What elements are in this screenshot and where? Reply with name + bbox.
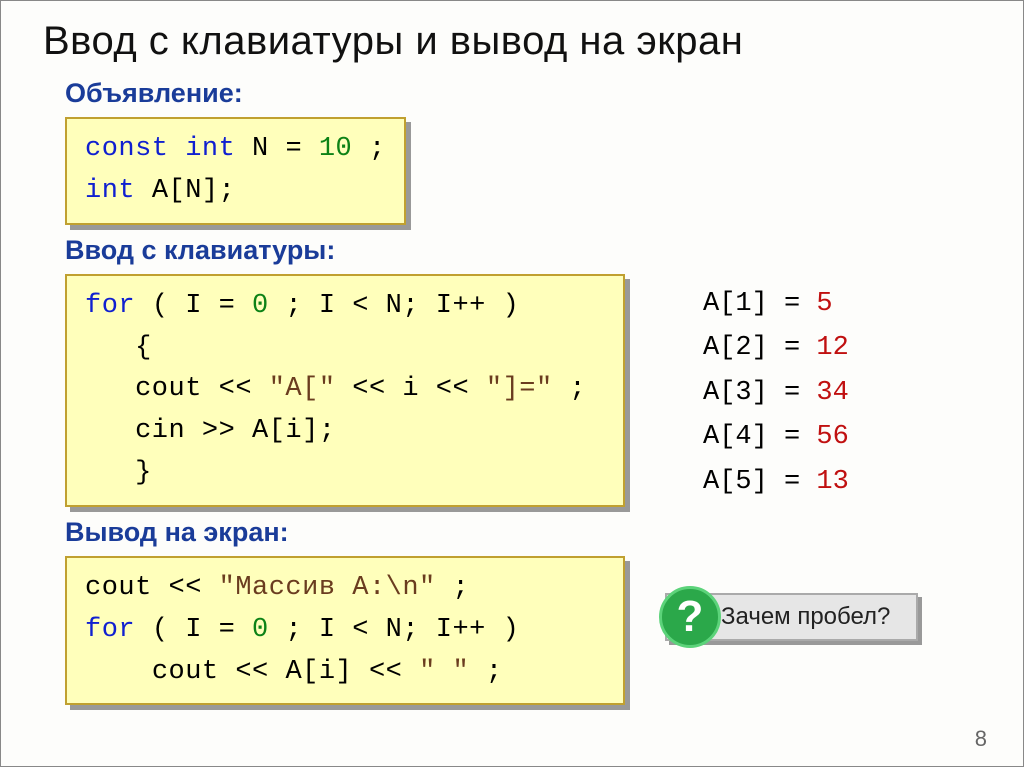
array-value-row: A[3] = 34 [703,371,849,416]
op-shl2: << [352,374,385,404]
cin: cin [135,416,185,446]
brace-close: } [135,458,152,488]
op-shl4: << [169,573,202,603]
semi: ; [369,134,386,164]
array-value-row: A[1] = 5 [703,282,849,327]
keyword-int2: int [85,176,135,206]
array-values-list: A[1] = 5 A[2] = 12 A[3] = 34 A[4] = 56 A… [703,282,849,505]
for-rest: N; I++ ) [386,291,520,321]
for-lt2: < [352,615,369,645]
for-rest2: N; I++ ) [386,615,520,645]
op-shl3: << [436,374,469,404]
out-ai: A[i] [285,657,352,687]
semi2: ; [569,374,586,404]
op-eq: = [285,134,302,164]
for-eq: = [219,291,236,321]
string-massiv: "Массив A:\n" [219,573,436,603]
array-decl: A[N]; [152,176,236,206]
section-declaration-label: Объявление: [65,78,993,109]
array-value-row: A[5] = 13 [703,460,849,505]
keyword-const: const [85,134,169,164]
ivar: i [402,374,419,404]
string-a-close: "]=" [486,374,553,404]
semi3: ; [452,573,469,603]
string-a-open: "A[" [269,374,336,404]
for-zero2: 0 [252,615,269,645]
for-eq2: = [219,615,236,645]
op-shr: >> [202,416,235,446]
for-open: ( I [152,291,202,321]
keyword-for2: for [85,615,135,645]
cout-out: cout [85,573,152,603]
cout: cout [135,374,202,404]
literal-10: 10 [319,134,352,164]
op-shl6: << [369,657,402,687]
ident-n: N [252,134,269,164]
array-value-row: A[4] = 56 [703,415,849,460]
for-open2: ( I [152,615,202,645]
keyword-for: for [85,291,135,321]
keyword-int: int [185,134,235,164]
code-input: for ( I = 0 ; I < N; I++ ) { cout << "A[… [65,274,625,507]
cin-arr: A[i]; [252,416,336,446]
string-space: " " [419,657,469,687]
array-value-row: A[2] = 12 [703,326,849,371]
question-mark-icon: ? [659,586,721,648]
section-output-label: Вывод на экран: [65,517,993,548]
callout-text: Зачем пробел? [721,603,890,630]
code-output: cout << "Массив A:\n" ; for ( I = 0 ; I … [65,556,625,706]
op-shl5: << [235,657,268,687]
for-cond2: ; I [285,615,335,645]
semi4: ; [486,657,503,687]
for-lt: < [352,291,369,321]
cout-out2: cout [152,657,219,687]
op-shl: << [219,374,252,404]
slide: Ввод с клавиатуры и вывод на экран Объяв… [1,1,1023,766]
page-number: 8 [975,726,987,752]
input-row: for ( I = 0 ; I < N; I++ ) { cout << "A[… [43,274,993,507]
section-input-label: Ввод с клавиатуры: [65,235,993,266]
brace-open: { [135,333,152,363]
code-declaration: const int N = 10 ; int A[N]; [65,117,406,225]
for-zero: 0 [252,291,269,321]
callout-why-space: Зачем пробел? ? [665,593,918,641]
for-cond: ; I [285,291,335,321]
slide-title: Ввод с клавиатуры и вывод на экран [43,19,993,64]
